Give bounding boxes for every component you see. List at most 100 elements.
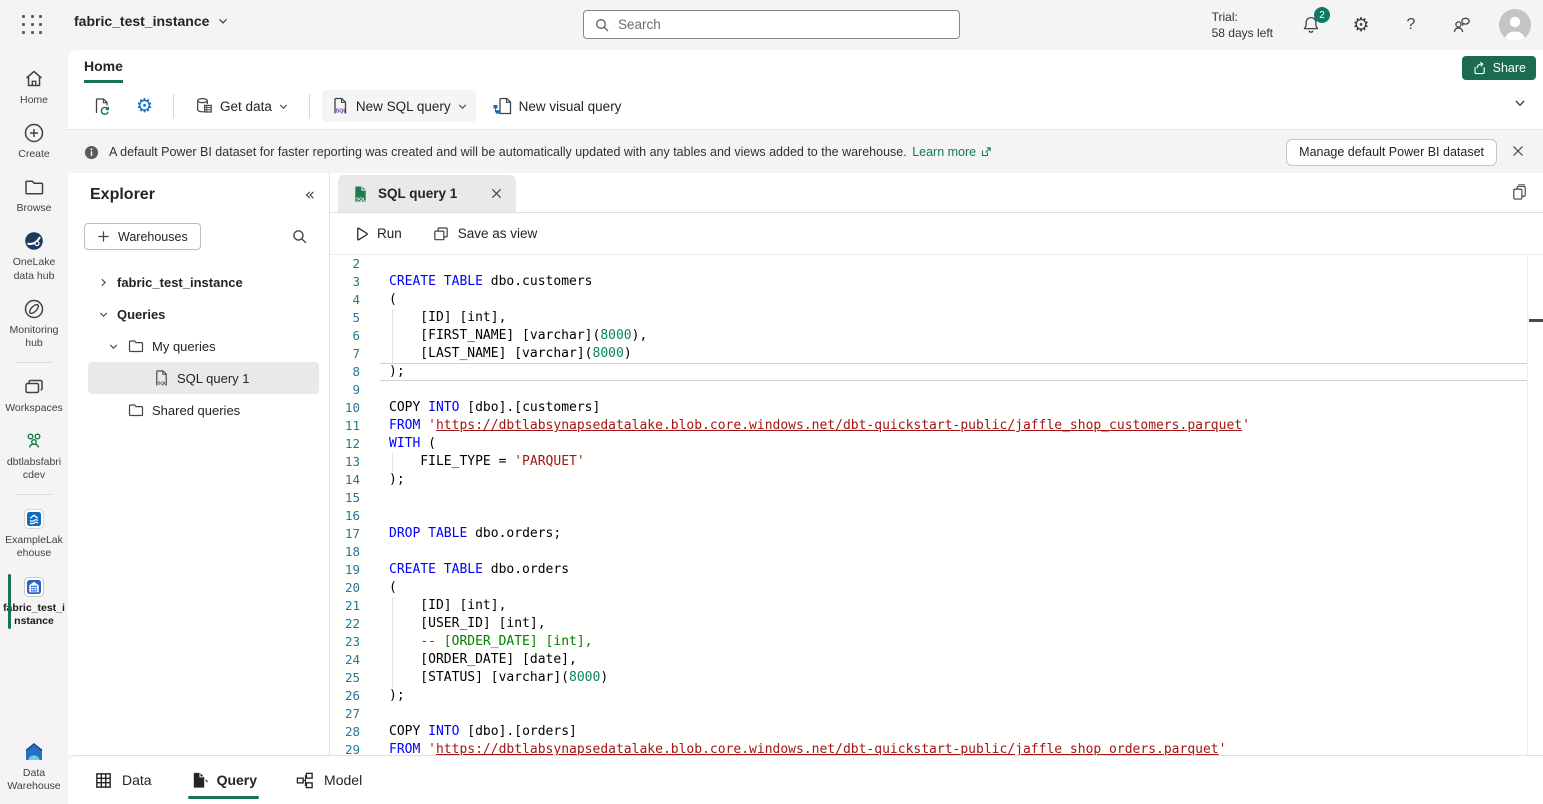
rail-item-data-warehouse[interactable]: DataWarehouse [0,733,68,800]
add-warehouses-button[interactable]: Warehouses [84,223,201,250]
app-launcher-waffle-icon[interactable] [20,13,46,37]
share-button[interactable]: Share [1462,56,1536,80]
search-input[interactable] [618,17,949,32]
code-line-11[interactable]: 11FROM 'https://dbtlabsynapsedatalake.bl… [330,417,1543,435]
code-line-25[interactable]: 25 [STATUS] [varchar](8000) [330,669,1543,687]
rail-item-create[interactable]: Create [0,114,68,168]
line-number[interactable]: 17 [330,525,370,543]
code-line-21[interactable]: 21 [ID] [int], [330,597,1543,615]
code-line-14[interactable]: 14); [330,471,1543,489]
collapse-explorer-button[interactable]: « [305,185,315,205]
workspace-switcher[interactable]: fabric_test_instance [74,13,229,29]
run-button[interactable]: Run [344,220,412,248]
line-number[interactable]: 11 [330,417,370,435]
feedback-button[interactable] [1449,13,1473,37]
code-line-27[interactable]: 27 [330,705,1543,723]
code-line-7[interactable]: 7 [LAST_NAME] [varchar](8000) [330,345,1543,363]
new-visual-query-button[interactable]: New visual query [484,90,630,122]
code-line-28[interactable]: 28COPY INTO [dbo].[orders] [330,723,1543,741]
code-line-6[interactable]: 6 [FIRST_NAME] [varchar](8000), [330,327,1543,345]
line-number[interactable]: 26 [330,687,370,705]
code-line-17[interactable]: 17DROP TABLE dbo.orders; [330,525,1543,543]
line-number[interactable]: 23 [330,633,370,651]
code-line-23[interactable]: 23 -- [ORDER_DATE] [int], [330,633,1543,651]
tab-data[interactable]: Data [92,756,154,804]
code-line-12[interactable]: 12WITH ( [330,435,1543,453]
line-number[interactable]: 10 [330,399,370,417]
line-number[interactable]: 27 [330,705,370,723]
code-line-5[interactable]: 5 [ID] [int], [330,309,1543,327]
rail-item-home[interactable]: Home [0,60,68,114]
code-line-15[interactable]: 15 [330,489,1543,507]
copy-button[interactable] [1510,182,1529,204]
line-number[interactable]: 19 [330,561,370,579]
account-avatar[interactable] [1499,9,1531,41]
line-number[interactable]: 15 [330,489,370,507]
notifications-button[interactable]: 2 [1299,13,1323,37]
line-number[interactable]: 28 [330,723,370,741]
line-number[interactable]: 2 [330,255,370,273]
code-line-2[interactable]: 2 [330,255,1543,273]
tree-item-shared-queries[interactable]: Shared queries [88,394,319,426]
code-line-4[interactable]: 4( [330,291,1543,309]
collapse-ribbon-button[interactable] [1513,96,1527,113]
line-number[interactable]: 8 [330,363,370,381]
chevron-down-icon[interactable] [106,341,120,352]
scrollbar-position-marker[interactable] [1529,319,1543,322]
close-query-tab-button[interactable] [487,184,506,203]
rail-item-monitoring-hub[interactable]: Monitoringhub [0,290,68,357]
line-number[interactable]: 5 [330,309,370,327]
line-number[interactable]: 3 [330,273,370,291]
manage-default-dataset-button[interactable]: Manage default Power BI dataset [1286,139,1497,166]
line-number[interactable]: 21 [330,597,370,615]
tab-model[interactable]: Model [293,756,364,804]
chevron-right-icon[interactable] [96,277,110,288]
learn-more-link[interactable]: Learn more [912,145,992,159]
line-number[interactable]: 22 [330,615,370,633]
line-number[interactable]: 7 [330,345,370,363]
line-number[interactable]: 12 [330,435,370,453]
line-number[interactable]: 9 [330,381,370,399]
search-box[interactable] [583,10,960,39]
code-line-16[interactable]: 16 [330,507,1543,525]
code-line-24[interactable]: 24 [ORDER_DATE] [date], [330,651,1543,669]
line-number[interactable]: 24 [330,651,370,669]
explorer-search-button[interactable] [287,225,311,249]
help-button[interactable]: ? [1399,13,1423,37]
code-line-20[interactable]: 20( [330,579,1543,597]
rail-item-onelake-data-hub[interactable]: OneLakedata hub [0,222,68,289]
rail-item-workspaces[interactable]: Workspaces [0,368,68,422]
banner-close-button[interactable] [1507,140,1529,165]
sql-code-editor[interactable]: 23CREATE TABLE dbo.customers4(5 [ID] [in… [330,255,1543,755]
line-number[interactable]: 14 [330,471,370,489]
new-sql-query-button[interactable]: SQL New SQL query [322,90,476,122]
code-line-29[interactable]: 29FROM 'https://dbtlabsynapsedatalake.bl… [330,741,1543,755]
line-number[interactable]: 29 [330,741,370,755]
rail-item-fabric-test-instance[interactable]: fabric_test_instance [0,568,68,635]
code-line-18[interactable]: 18 [330,543,1543,561]
line-number[interactable]: 6 [330,327,370,345]
code-line-13[interactable]: 13 FILE_TYPE = 'PARQUET' [330,453,1543,471]
code-line-3[interactable]: 3CREATE TABLE dbo.customers [330,273,1543,291]
query-tab[interactable]: SQL SQL query 1 [338,175,516,212]
save-as-view-button[interactable]: Save as view [422,219,548,249]
line-number[interactable]: 4 [330,291,370,309]
line-number[interactable]: 13 [330,453,370,471]
tree-item-fabric-test-instance[interactable]: fabric_test_instance [88,266,319,298]
settings-button[interactable]: ⚙ [1349,13,1373,37]
code-line-8[interactable]: 8); [330,363,1543,381]
code-line-22[interactable]: 22 [USER_ID] [int], [330,615,1543,633]
chevron-down-icon[interactable] [96,309,110,320]
overview-ruler[interactable] [1527,255,1528,755]
rail-item-dbtlabsfabricdev[interactable]: dbtlabsfabricdev [0,422,68,489]
line-number[interactable]: 25 [330,669,370,687]
refresh-script-button[interactable] [84,90,120,122]
code-line-10[interactable]: 10COPY INTO [dbo].[customers] [330,399,1543,417]
line-number[interactable]: 18 [330,543,370,561]
line-number[interactable]: 20 [330,579,370,597]
code-line-9[interactable]: 9 [330,381,1543,399]
tree-item-my-queries[interactable]: My queries [88,330,319,362]
tree-item-queries[interactable]: Queries [88,298,319,330]
tab-query[interactable]: Query [188,756,259,804]
code-line-26[interactable]: 26); [330,687,1543,705]
